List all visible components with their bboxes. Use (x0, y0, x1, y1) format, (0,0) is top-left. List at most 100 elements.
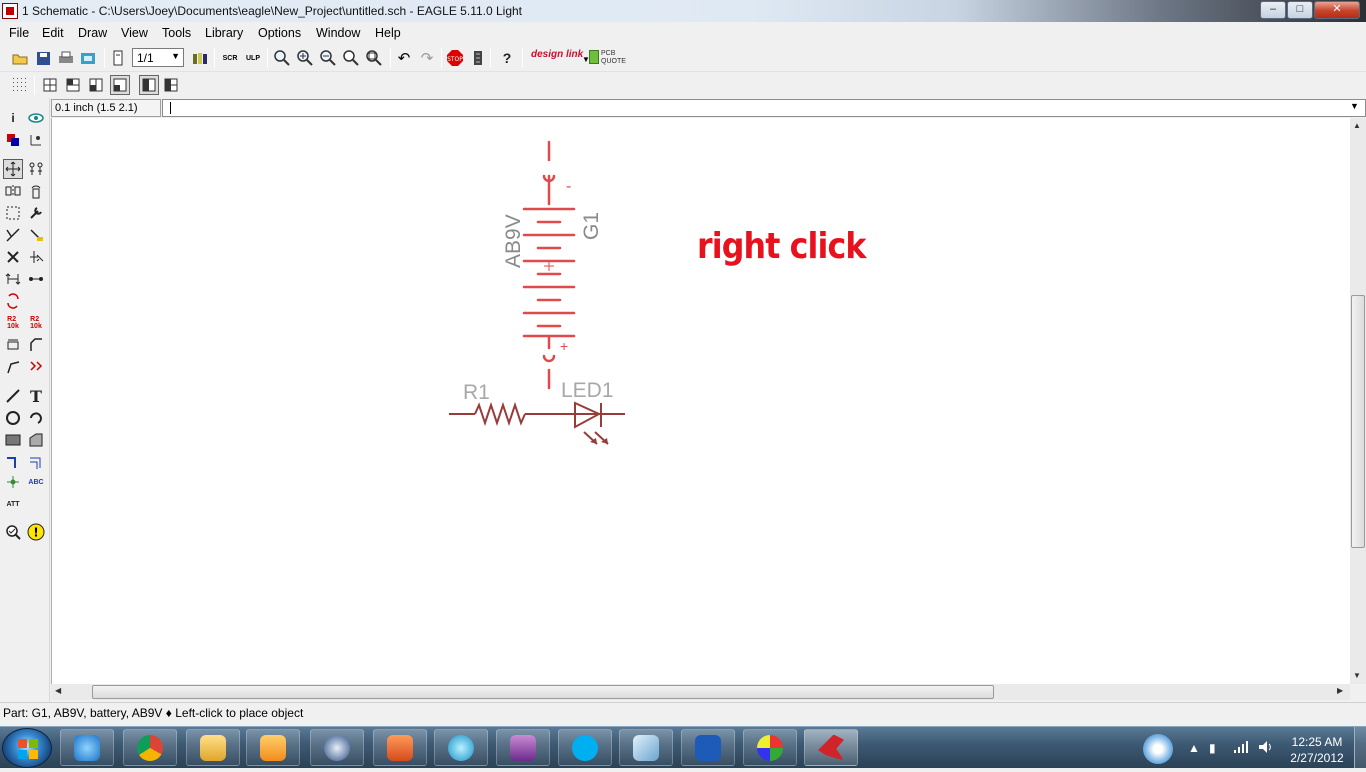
menu-window[interactable]: Window (316, 26, 360, 40)
value-icon[interactable]: R2 10k (26, 313, 46, 333)
taskbar-eagle[interactable] (804, 729, 858, 766)
gateswap-icon[interactable] (26, 269, 46, 289)
network-icon[interactable] (1234, 741, 1248, 756)
group-icon[interactable] (3, 203, 23, 223)
mark-icon[interactable] (26, 130, 46, 150)
vertical-scroll-thumb[interactable] (1351, 295, 1365, 548)
zoom-fit-icon[interactable] (273, 49, 291, 67)
zoom-in-icon[interactable] (296, 49, 314, 67)
arc-icon[interactable] (26, 408, 46, 428)
menu-edit[interactable]: Edit (42, 26, 64, 40)
taskbar-media-player[interactable] (246, 729, 300, 766)
change-icon[interactable] (26, 203, 46, 223)
paste-icon[interactable] (26, 225, 46, 245)
show-desktop-button[interactable] (1354, 727, 1366, 768)
delete-icon[interactable] (3, 247, 23, 267)
move-icon[interactable] (3, 159, 23, 179)
info-icon[interactable]: i (3, 108, 23, 128)
print-icon[interactable] (57, 49, 75, 67)
sheet-icon[interactable] (109, 49, 127, 67)
grid-icon[interactable] (11, 76, 29, 94)
junction-icon[interactable] (3, 472, 23, 492)
save-icon[interactable] (34, 49, 52, 67)
mirror-icon[interactable] (3, 181, 23, 201)
pcb-quote-icon[interactable] (589, 50, 599, 64)
layout-view-6-icon[interactable] (162, 76, 180, 94)
label-icon[interactable]: ABC (26, 472, 46, 492)
split-icon[interactable] (3, 357, 23, 377)
volume-icon[interactable] (1259, 741, 1273, 756)
cam-processor-icon[interactable] (79, 49, 97, 67)
chevron-down-icon[interactable]: ▼ (1350, 101, 1359, 111)
errors-icon[interactable]: ! (26, 522, 46, 542)
menu-file[interactable]: File (9, 26, 29, 40)
display-icon[interactable] (3, 130, 23, 150)
redo-icon[interactable]: ↷ (418, 49, 436, 67)
layout-view-2-icon[interactable] (64, 76, 82, 94)
menu-draw[interactable]: Draw (78, 26, 107, 40)
stop-icon[interactable]: STOP (446, 49, 464, 67)
open-icon[interactable] (11, 49, 29, 67)
show-icon[interactable] (26, 108, 46, 128)
name-icon[interactable]: R2 10k (3, 313, 23, 333)
taskbar-outlook[interactable] (619, 729, 673, 766)
layout-view-4-icon[interactable] (110, 75, 130, 95)
system-clock[interactable]: 12:25 AM 2/27/2012 (1283, 734, 1351, 766)
wire-icon[interactable] (3, 386, 23, 406)
taskbar-sphere[interactable] (434, 729, 488, 766)
device-icon[interactable]: ▮ (1209, 741, 1216, 755)
attribute-icon[interactable]: ATT (3, 494, 23, 514)
rectangle-icon[interactable] (3, 430, 23, 450)
taskbar-skype[interactable] (558, 729, 612, 766)
designlink-button[interactable]: design link (531, 49, 583, 60)
taskbar-chrome[interactable] (123, 729, 177, 766)
close-button[interactable]: ✕ (1314, 1, 1360, 19)
layout-view-5-icon[interactable] (139, 75, 159, 95)
layout-view-1-icon[interactable] (41, 76, 59, 94)
taskbar-word[interactable] (681, 729, 735, 766)
taskbar-hp[interactable] (310, 729, 364, 766)
erc-icon[interactable] (3, 522, 23, 542)
rotate-icon[interactable] (26, 181, 46, 201)
polygon-icon[interactable] (26, 430, 46, 450)
text-icon[interactable]: T (26, 386, 46, 406)
taskbar-media-center[interactable] (496, 729, 550, 766)
layout-view-3-icon[interactable] (87, 76, 105, 94)
menu-tools[interactable]: Tools (162, 26, 191, 40)
menu-library[interactable]: Library (205, 26, 243, 40)
redraw-icon[interactable] (342, 49, 360, 67)
help-icon[interactable]: ? (498, 49, 516, 67)
smash-icon[interactable] (3, 335, 23, 355)
eagle-app-icon[interactable] (2, 3, 18, 19)
zoom-out-icon[interactable] (319, 49, 337, 67)
script-icon[interactable]: SCR (221, 49, 239, 67)
start-button[interactable] (2, 728, 52, 768)
taskbar-file-explorer[interactable] (186, 729, 240, 766)
action-center-icon[interactable] (1143, 734, 1173, 764)
command-input[interactable] (162, 99, 1366, 117)
circle-icon[interactable] (3, 408, 23, 428)
bus-icon[interactable] (3, 453, 23, 473)
cut-icon[interactable] (3, 225, 23, 245)
net-icon[interactable] (26, 453, 46, 473)
miter-icon[interactable] (26, 335, 46, 355)
scroll-right-icon[interactable]: ▶ (1337, 686, 1343, 695)
scroll-down-icon[interactable]: ▼ (1353, 671, 1361, 680)
copy-icon[interactable] (26, 159, 46, 179)
menu-options[interactable]: Options (258, 26, 301, 40)
replace-icon[interactable] (3, 291, 23, 311)
use-library-icon[interactable] (191, 49, 209, 67)
minimize-button[interactable]: – (1260, 1, 1286, 19)
ulp-icon[interactable]: ULP (244, 49, 262, 67)
scroll-up-icon[interactable]: ▲ (1353, 121, 1361, 130)
pcb-quote-button[interactable]: PCB QUOTE (601, 50, 626, 66)
menu-view[interactable]: View (121, 26, 148, 40)
show-hidden-icons-icon[interactable]: ▲ (1188, 741, 1200, 755)
maximize-button[interactable]: □ (1287, 1, 1313, 19)
invoke-icon[interactable] (26, 357, 46, 377)
horizontal-scroll-thumb[interactable] (92, 685, 994, 699)
undo-icon[interactable]: ↶ (395, 49, 413, 67)
taskbar-internet-explorer[interactable] (60, 729, 114, 766)
zoom-select-icon[interactable] (365, 49, 383, 67)
sheet-select[interactable]: 1/1 ▼ (132, 48, 184, 67)
